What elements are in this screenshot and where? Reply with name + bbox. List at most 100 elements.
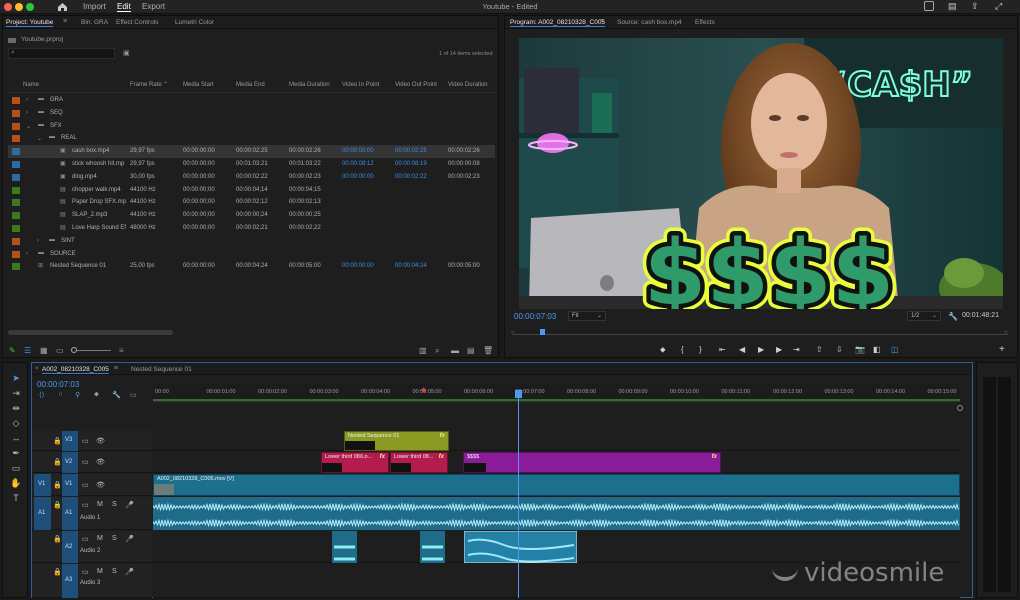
label-color-chip[interactable] bbox=[12, 212, 20, 220]
disclosure-icon[interactable]: ⌄ bbox=[37, 135, 42, 142]
label-color-chip[interactable] bbox=[12, 250, 20, 258]
marker-icon[interactable]: ◆ bbox=[421, 386, 426, 394]
table-row[interactable]: ⊞ Nested Sequence 01 25,00 fps 00:00:00:00 0… bbox=[8, 260, 495, 273]
rectangle-tool-icon[interactable]: ▭ bbox=[9, 463, 23, 475]
lock-icon[interactable]: 🔒 bbox=[53, 501, 62, 509]
mute-icon[interactable]: M bbox=[97, 568, 103, 575]
target-a3[interactable]: A3 bbox=[62, 564, 78, 598]
lock-icon[interactable]: 🔒 bbox=[53, 535, 62, 543]
fullscreen-icon[interactable]: ⤢ bbox=[995, 1, 1002, 12]
sync-lock-icon[interactable]: ▭ bbox=[82, 481, 89, 489]
mic-icon[interactable]: 🎤 bbox=[125, 568, 134, 576]
sync-lock-icon[interactable]: ▭ bbox=[82, 458, 89, 466]
tab-source[interactable]: Source: cash box.mp4 bbox=[617, 19, 682, 26]
column-video-out[interactable]: Video Out Point bbox=[395, 82, 437, 92]
ripple-edit-tool-icon[interactable]: ⇹ bbox=[9, 403, 23, 415]
eye-icon[interactable]: 👁 bbox=[96, 437, 105, 445]
automate-to-sequence-icon[interactable]: ▥ bbox=[419, 346, 427, 355]
source-patch-v1[interactable]: V1 bbox=[34, 474, 51, 496]
column-media-end[interactable]: Media End bbox=[236, 82, 265, 92]
clip-lower-third-2[interactable]: Lower third 08... fx bbox=[390, 452, 448, 473]
extract-icon[interactable]: ⇩ bbox=[836, 345, 843, 354]
captions-icon[interactable]: ▭ bbox=[130, 391, 137, 399]
sync-lock-icon[interactable]: ▭ bbox=[82, 437, 89, 445]
target-v2[interactable]: V2 bbox=[62, 452, 78, 473]
clip-main-video[interactable]: A002_08210328_C005.mov [V] bbox=[153, 474, 960, 496]
scrub-end-handle[interactable]: ○ bbox=[1004, 330, 1008, 336]
timeline-v-scroll-handle[interactable] bbox=[957, 405, 963, 411]
wrench-icon[interactable]: 🔧 bbox=[948, 312, 958, 321]
table-row[interactable]: ⌄ ▬ SFX bbox=[8, 120, 495, 133]
zoom-slider-handle[interactable] bbox=[71, 347, 77, 353]
disclosure-icon[interactable]: › bbox=[26, 97, 28, 103]
table-row[interactable]: › ▬ SINT bbox=[8, 235, 495, 248]
disclosure-icon[interactable]: › bbox=[26, 110, 28, 116]
workspaces-icon[interactable]: ▤ bbox=[948, 1, 957, 12]
scrub-playhead[interactable] bbox=[540, 329, 545, 335]
column-media-duration[interactable]: Media Duration bbox=[289, 82, 330, 92]
go-to-in-icon[interactable]: ⇤ bbox=[719, 345, 726, 354]
table-row[interactable]: ▤ Paper Drop SFX.mp 44100 Hz 00:00:00;00 00:… bbox=[8, 196, 495, 209]
lane-v3[interactable] bbox=[153, 431, 960, 451]
snap-icon[interactable]: ∩ bbox=[58, 391, 63, 398]
new-bin-button[interactable]: ▬ bbox=[451, 346, 459, 355]
table-row[interactable]: ⌄ ▬ REAL bbox=[8, 132, 495, 145]
hand-tool-icon[interactable]: ✋ bbox=[9, 478, 23, 490]
lock-icon[interactable]: 🔒 bbox=[53, 458, 62, 466]
solo-icon[interactable]: S bbox=[112, 568, 117, 575]
clip-audio-2a[interactable] bbox=[332, 531, 357, 563]
eye-icon[interactable]: 👁 bbox=[96, 458, 105, 466]
clip-nested-sequence[interactable]: Nested Sequence 01 fx bbox=[344, 431, 449, 451]
mark-out-icon[interactable]: } bbox=[699, 345, 702, 354]
trash-icon[interactable]: 🗑 bbox=[483, 346, 493, 355]
tab-nested-sequence[interactable]: Nested Sequence 01 bbox=[131, 366, 192, 373]
label-color-chip[interactable] bbox=[12, 263, 20, 271]
tab-menu-icon[interactable]: ≡ bbox=[63, 18, 67, 25]
sort-icons-icon[interactable]: ≡ bbox=[119, 346, 124, 355]
resolution-select[interactable]: 1/2 ⌄ bbox=[907, 311, 941, 321]
solo-icon[interactable]: S bbox=[112, 535, 117, 542]
label-color-chip[interactable] bbox=[12, 97, 20, 104]
type-tool-icon[interactable]: T bbox=[9, 493, 23, 505]
fit-select[interactable]: Fit ⌄ bbox=[568, 311, 606, 321]
sync-lock-icon[interactable]: ▭ bbox=[82, 535, 89, 543]
step-back-icon[interactable]: ◀ bbox=[739, 345, 745, 354]
program-timecode[interactable]: 00:00:07:03 bbox=[514, 312, 556, 321]
tab-lumetri-color[interactable]: Lumetri Color bbox=[175, 19, 214, 26]
label-color-chip[interactable] bbox=[12, 148, 20, 156]
lock-icon[interactable]: 🔒 bbox=[53, 481, 62, 489]
tab-menu-icon[interactable]: ≡ bbox=[600, 18, 604, 25]
eye-icon[interactable]: 👁 bbox=[96, 481, 105, 489]
tab-program[interactable]: Program: A002_08210328_C005 bbox=[510, 19, 606, 27]
label-color-chip[interactable] bbox=[12, 109, 20, 117]
new-bin-icon[interactable]: ▣ bbox=[123, 49, 130, 57]
horizontal-scrollbar[interactable] bbox=[8, 330, 173, 335]
clip-audio-2c[interactable] bbox=[464, 531, 577, 563]
step-forward-icon[interactable]: ▶ bbox=[776, 345, 782, 354]
playhead-handle[interactable] bbox=[515, 390, 522, 398]
disclosure-icon[interactable]: › bbox=[26, 251, 28, 257]
safe-margins-icon[interactable]: ◫ bbox=[891, 345, 899, 354]
target-v1[interactable]: V1 bbox=[62, 474, 78, 496]
quick-export-icon[interactable] bbox=[924, 1, 934, 11]
list-view-icon[interactable]: ☰ bbox=[24, 346, 31, 355]
tab-bin[interactable]: Bin: GRA bbox=[81, 19, 108, 26]
lift-icon[interactable]: ⇧ bbox=[816, 345, 823, 354]
table-row[interactable]: ▤ chopper walk.mp4 44100 Hz 00:00:00;00 00:0… bbox=[8, 184, 495, 197]
column-media-start[interactable]: Media Start bbox=[183, 82, 214, 92]
camera-icon[interactable]: 📷 bbox=[855, 345, 865, 354]
scrub-start-handle[interactable]: ○ bbox=[511, 330, 515, 336]
tab-project[interactable]: Project: Youtube bbox=[6, 19, 54, 27]
zoom-slider[interactable] bbox=[73, 350, 111, 351]
add-button-icon[interactable]: + bbox=[999, 344, 1005, 355]
mic-icon[interactable]: 🎤 bbox=[125, 535, 134, 543]
linked-selection-icon[interactable]: ⚲ bbox=[75, 391, 80, 399]
video-frame[interactable]: “CA$H” $$$$ $$$$ $$$$ bbox=[519, 38, 1003, 309]
column-name[interactable]: Name bbox=[23, 82, 39, 92]
sync-lock-icon[interactable]: ▭ bbox=[82, 568, 89, 576]
search-input[interactable]: ⌕ bbox=[8, 48, 115, 59]
table-row[interactable]: › ▬ GRA bbox=[8, 94, 495, 107]
label-color-chip[interactable] bbox=[12, 186, 20, 194]
mic-icon[interactable]: 🎤 bbox=[125, 501, 134, 509]
icon-view-icon[interactable]: ▦ bbox=[40, 346, 48, 355]
